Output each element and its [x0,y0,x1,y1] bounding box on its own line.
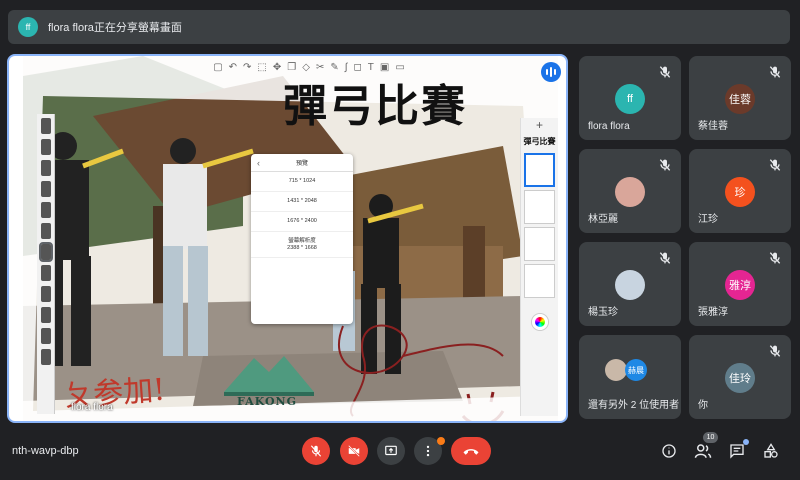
mic-muted-icon [767,343,783,359]
brush-icon[interactable] [40,181,51,197]
participant-name: 你 [698,400,708,411]
notification-dot [437,437,445,445]
popup-header: ‹ 預覽 [251,154,353,172]
brush-icon[interactable] [40,307,51,323]
resolution-option[interactable]: 1676 * 2400 [251,212,353,232]
color-picker-icon[interactable] [531,314,548,330]
brush-icon[interactable] [40,265,51,281]
popup-title: 預覽 [295,161,308,167]
present-icon [385,445,397,456]
whiteboard-title: 彈弓比賽 [283,81,467,132]
meeting-code: nth-wavp-dbp [12,445,79,457]
mic-muted-icon [767,157,783,173]
participant-avatar: 佳蓉 [725,84,755,114]
participant-name: flora flora [588,121,630,132]
participant-avatar: ff [615,84,645,114]
present-screen-button[interactable] [377,437,405,465]
camera-off-icon [348,445,360,457]
people-button[interactable] [693,441,713,461]
fakong-text: FAKONG [237,395,297,408]
leave-call-button[interactable] [451,437,491,465]
fakong-logo: FAKONG [219,348,319,408]
activities-button[interactable] [761,441,781,461]
presenting-text: flora flora正在分享螢幕畫面 [48,22,182,34]
participant-photo [605,359,627,381]
slide-thumbnail[interactable] [524,227,555,261]
slide-thumbnail[interactable] [524,264,555,298]
mic-muted-icon [657,64,673,80]
presenting-banner: ff flora flora正在分享螢幕畫面 [8,10,790,44]
participant-tile[interactable]: 赫晨還有另外 2 位使用者 [579,335,681,419]
brush-icon[interactable] [40,160,51,176]
back-chevron-icon[interactable]: ‹ [257,158,260,168]
chat-icon [730,444,744,459]
brush-icon[interactable] [40,139,51,155]
participant-name: 還有另外 2 位使用者 [588,400,680,411]
participant-name: 張雅淳 [698,307,728,318]
participant-avatar: 赫晨 [625,359,647,381]
resolution-option[interactable]: 715 * 1024 [251,172,353,192]
screen-res-label: 螢幕解析度 [288,237,316,244]
tool-icon[interactable]: ▢ [213,62,222,73]
participant-tile[interactable]: 佳玲你 [689,335,791,419]
mic-muted-icon [767,64,783,80]
move-icon[interactable]: ✥ [273,62,281,73]
undo-icon[interactable]: ↶ [229,62,237,73]
slide-thumbnail[interactable] [524,153,555,187]
redo-icon[interactable]: ↷ [243,62,251,73]
participant-tile[interactable]: 楊玉珍 [579,242,681,326]
brush-icon[interactable] [40,349,51,365]
participant-tile[interactable]: 佳蓉蔡佳蓉 [689,56,791,140]
meeting-info-button[interactable] [659,441,679,461]
brush-icon[interactable] [40,286,51,302]
activities-icon [764,443,778,458]
slide-panel-title: 彈弓比賽 [523,137,556,146]
mic-muted-icon [657,157,673,173]
resolution-option[interactable]: 1431 * 2048 [251,192,353,212]
export-preview-popup: ‹ 預覽 715 * 1024 1431 * 2048 1676 * 2400 … [251,154,353,324]
screen-res-value: 2388 * 1668 [287,244,317,251]
more-vert-icon [426,445,430,457]
presenter-avatar: ff [18,17,38,37]
participant-tile[interactable]: 珍江珍 [689,149,791,233]
chat-unread-dot [743,439,749,445]
mic-off-button[interactable] [302,437,330,465]
participant-tile[interactable]: 林亞麗 [579,149,681,233]
select-icon[interactable]: ⬚ [257,62,266,73]
participant-avatar: 佳玲 [725,363,755,393]
slides-panel: + 彈弓比賽 [520,118,558,416]
participant-photo [615,270,645,300]
brush-palette [37,114,55,414]
participant-avatar: 珍 [725,177,755,207]
brush-icon-selected[interactable] [38,242,53,262]
presenter-name-overlay: flora flora [71,402,113,413]
brush-icon[interactable] [40,118,51,134]
mic-muted-icon [657,250,673,266]
camera-off-button[interactable] [340,437,368,465]
people-count-badge: 10 [703,432,718,443]
info-icon [662,444,676,458]
brush-icon[interactable] [40,223,51,239]
participant-photo [615,177,645,207]
participant-tile[interactable]: 雅淳張雅淳 [689,242,791,326]
participant-name: 蔡佳蓉 [698,121,728,132]
participant-avatar: 雅淳 [725,270,755,300]
participant-tile[interactable]: ff flora flora [579,56,681,140]
speaking-indicator-icon [541,62,561,82]
participant-name: 楊玉珍 [588,307,618,318]
participant-name: 江珍 [698,214,718,225]
resolution-option-screen[interactable]: 螢幕解析度 2388 * 1668 [251,232,353,258]
brush-icon[interactable] [40,328,51,344]
mic-off-icon [310,445,322,457]
shared-screen[interactable]: ▢ ↶ ↷ ⬚ ✥ ❐ ◇ ✂ ✎ ∫ ◻ T ▣ ▭ 彈弓比賽 ‹ 預覽 71… [7,54,568,423]
hang-up-icon [463,449,479,455]
slide-thumbnail[interactable] [524,190,555,224]
participant-name: 林亞麗 [588,214,618,225]
brush-icon[interactable] [40,202,51,218]
whiteboard-stage: ▢ ↶ ↷ ⬚ ✥ ❐ ◇ ✂ ✎ ∫ ◻ T ▣ ▭ 彈弓比賽 ‹ 預覽 71… [23,56,558,421]
mic-muted-icon [767,250,783,266]
people-icon [694,444,712,458]
meet-window: ff flora flora正在分享螢幕畫面 ▢ ↶ ↷ ⬚ ✥ ❐ ◇ ✂ ✎… [0,0,800,480]
add-slide-icon[interactable]: + [521,118,558,136]
